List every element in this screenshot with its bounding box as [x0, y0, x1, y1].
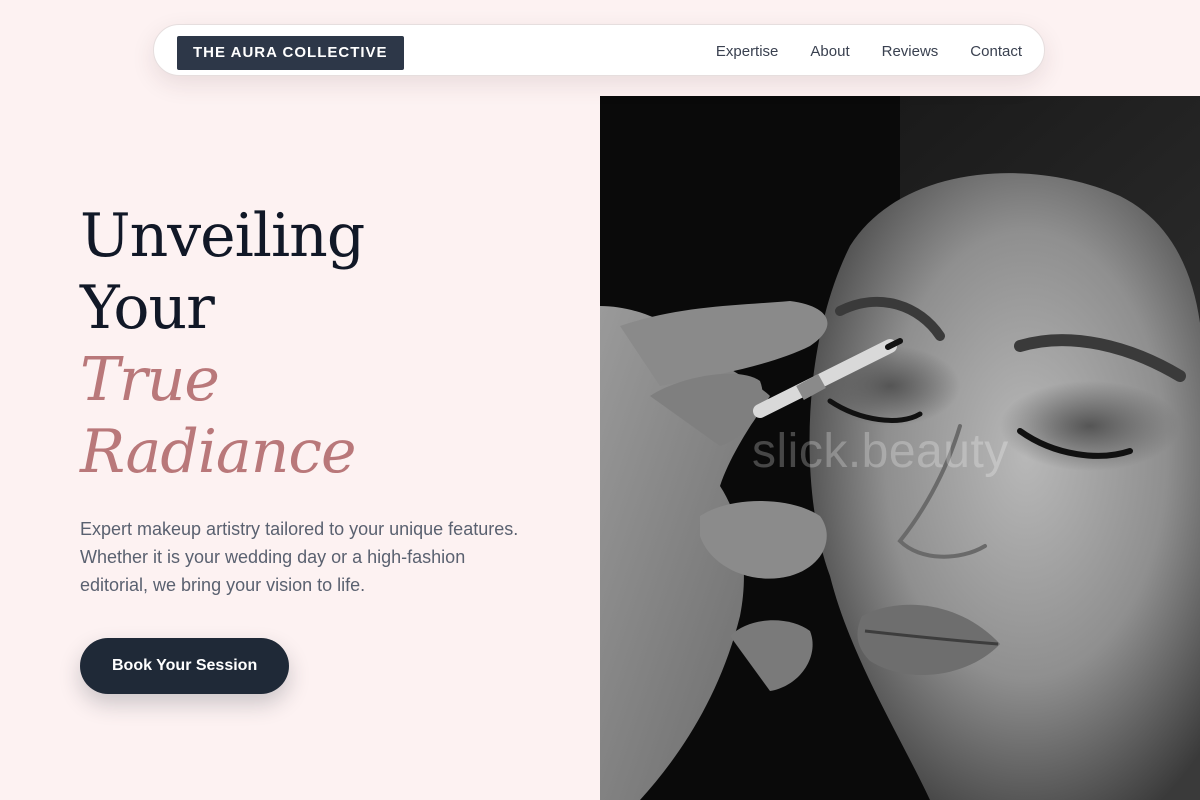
brand-logo[interactable]: THE AURA COLLECTIVE — [177, 36, 404, 70]
hero-photo: slick.beauty — [600, 96, 1200, 800]
hero-description: Expert makeup artistry tailored to your … — [80, 519, 519, 595]
hero-title-line-1: Unveiling — [80, 201, 365, 271]
nav-link-about[interactable]: About — [810, 43, 849, 60]
nav-link-contact[interactable]: Contact — [970, 43, 1022, 60]
hero-title-line-2: Your — [80, 273, 215, 343]
book-session-button[interactable]: Book Your Session — [80, 638, 290, 694]
photo-watermark: slick.beauty — [752, 425, 1009, 478]
nav-link-reviews[interactable]: Reviews — [882, 43, 939, 60]
hero-title: Unveiling Your True Radiance — [80, 200, 365, 488]
top-nav: THE AURA COLLECTIVE Expertise About Revi… — [153, 24, 1045, 76]
hero-title-accent-1: True — [80, 345, 220, 415]
landing-page: THE AURA COLLECTIVE Expertise About Revi… — [0, 0, 1200, 800]
hero-title-accent-2: Radiance — [80, 417, 356, 487]
nav-link-expertise[interactable]: Expertise — [716, 43, 779, 60]
nav-links: Expertise About Reviews Contact — [716, 25, 1022, 77]
